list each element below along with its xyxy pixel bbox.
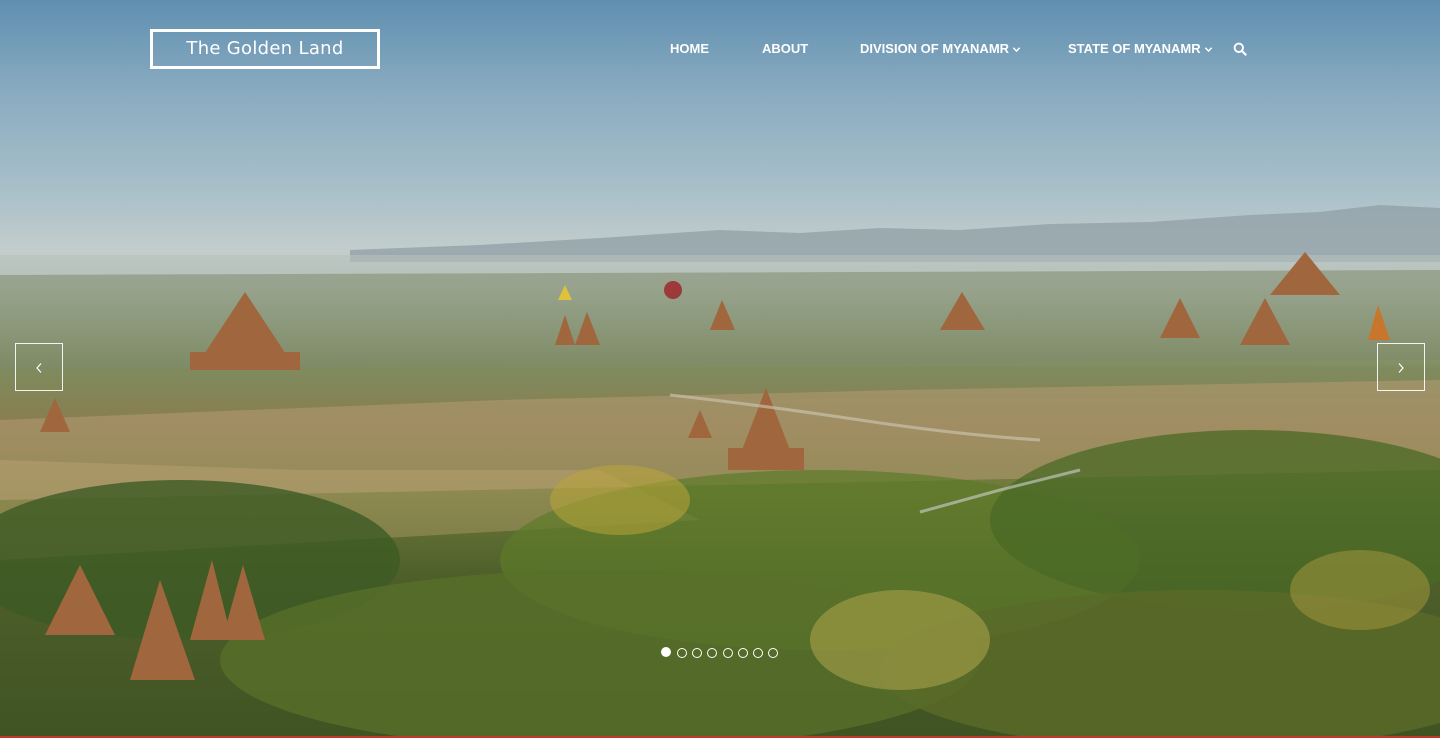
slider-dot[interactable] <box>661 647 671 657</box>
slider-dot[interactable] <box>753 648 763 658</box>
slider-prev-button[interactable] <box>15 343 63 391</box>
site-logo[interactable]: The Golden Land <box>150 29 380 69</box>
chevron-down-icon <box>1204 47 1212 53</box>
nav-item-label: DIVISION OF MYANAMR <box>860 41 1010 56</box>
hero-background-image <box>0 205 1440 738</box>
nav-item-label: STATE OF MYANAMR <box>1068 41 1201 56</box>
search-icon[interactable] <box>1233 42 1247 56</box>
slider-dot[interactable] <box>707 648 717 658</box>
nav-item-about[interactable]: ABOUT <box>762 38 808 60</box>
chevron-right-icon <box>1398 363 1404 373</box>
hero-slider: The Golden Land HOME ABOUT DIVISION OF M… <box>0 0 1440 738</box>
slider-dot[interactable] <box>738 648 748 658</box>
slider-dot[interactable] <box>768 648 778 658</box>
nav-item-label: HOME <box>670 41 709 56</box>
slider-dot[interactable] <box>677 648 687 658</box>
chevron-left-icon <box>36 363 42 373</box>
nav-item-division-of-myanamr[interactable]: DIVISION OF MYANAMR <box>860 38 1021 60</box>
slider-dot[interactable] <box>692 648 702 658</box>
nav-item-state-of-myanamr[interactable]: STATE OF MYANAMR <box>1068 38 1213 60</box>
slider-dot[interactable] <box>723 648 733 658</box>
nav-item-label: ABOUT <box>762 41 809 56</box>
slider-next-button[interactable] <box>1377 343 1425 391</box>
nav-item-home[interactable]: HOME <box>670 38 709 60</box>
chevron-down-icon <box>1012 47 1021 53</box>
